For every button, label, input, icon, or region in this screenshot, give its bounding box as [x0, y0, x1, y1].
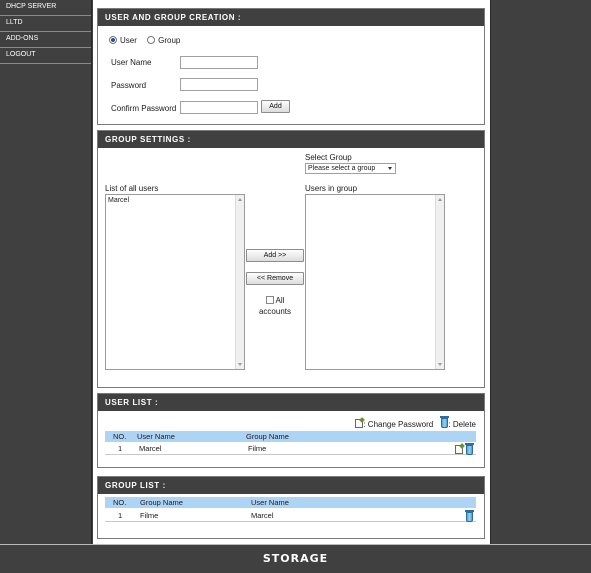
- scroll-down-icon[interactable]: [238, 363, 242, 366]
- cell-no: 1: [118, 444, 123, 453]
- all-label: All: [275, 296, 285, 305]
- user-list-panel: USER LIST : : Change Password : Delete N…: [97, 393, 485, 468]
- col-group-name: Group Name: [140, 498, 183, 507]
- table-row: 1 Marcel Filme: [105, 443, 476, 455]
- users-in-group-label: Users in group: [305, 184, 358, 193]
- col-user-name: User Name: [251, 498, 289, 507]
- panel-title: USER AND GROUP CREATION :: [98, 9, 484, 26]
- radio-group-icon[interactable]: [147, 36, 156, 44]
- user-table-header: NO. User Name Group Name: [105, 431, 476, 442]
- confirm-password-label: Confirm Password: [111, 104, 177, 113]
- change-password-legend: : Change Password: [363, 420, 434, 429]
- scrollbar[interactable]: [435, 195, 444, 369]
- trash-icon: [440, 416, 450, 428]
- scrollbar[interactable]: [235, 195, 244, 369]
- remove-from-group-button[interactable]: << Remove: [246, 272, 304, 285]
- scroll-up-icon[interactable]: [438, 198, 442, 201]
- select-group-dropdown[interactable]: Please select a group: [305, 163, 396, 174]
- table-row: 1 Filme Marcel: [105, 510, 476, 522]
- list-item[interactable]: Marcel: [108, 197, 242, 204]
- trash-icon[interactable]: [465, 510, 474, 522]
- radio-user-label: User: [120, 36, 137, 45]
- panel-title: GROUP SETTINGS :: [98, 131, 484, 148]
- user-group-creation-panel: USER AND GROUP CREATION : User Group Use…: [97, 8, 485, 125]
- username-input[interactable]: [180, 56, 258, 69]
- sidebar: DHCP SERVER LLTD ADD-ONS LOGOUT: [0, 0, 92, 544]
- type-radio-group: User Group: [109, 36, 180, 45]
- accounts-label: accounts: [258, 307, 292, 316]
- cell-no: 1: [118, 511, 123, 520]
- main-content: USER AND GROUP CREATION : User Group Use…: [93, 0, 490, 544]
- delete-legend: : Delete: [448, 420, 476, 429]
- cell-group-name: Filme: [248, 444, 267, 453]
- password-label: Password: [111, 81, 147, 90]
- col-group-name: Group Name: [246, 432, 289, 441]
- cell-user-name: Marcel: [251, 511, 274, 520]
- col-user-name: User Name: [137, 432, 175, 441]
- col-no: NO.: [113, 498, 127, 507]
- right-sidebar: [490, 0, 591, 544]
- cell-user-name: Marcel: [139, 444, 162, 453]
- group-list-panel: GROUP LIST : NO. Group Name User Name 1 …: [97, 476, 485, 539]
- scroll-down-icon[interactable]: [438, 363, 442, 366]
- sidebar-item-dhcp-server[interactable]: DHCP SERVER: [0, 0, 91, 16]
- panel-title: USER LIST :: [98, 394, 484, 411]
- edit-icon: [355, 419, 364, 428]
- panel-title: GROUP LIST :: [98, 477, 484, 494]
- sidebar-item-lltd[interactable]: LLTD: [0, 16, 91, 32]
- select-group-value: Please select a group: [308, 165, 376, 172]
- radio-user-icon[interactable]: [109, 36, 117, 44]
- add-to-group-button[interactable]: Add >>: [246, 249, 304, 262]
- radio-group[interactable]: Group: [147, 36, 180, 45]
- sidebar-item-add-ons[interactable]: ADD-ONS: [0, 32, 91, 48]
- user-list-legend: : Change Password : Delete: [355, 416, 476, 429]
- users-in-group-listbox[interactable]: [305, 194, 445, 370]
- select-group-label: Select Group: [305, 153, 352, 162]
- edit-icon[interactable]: [455, 445, 463, 454]
- group-table-header: NO. Group Name User Name: [105, 497, 476, 508]
- all-accounts-option[interactable]: All accounts: [246, 295, 304, 317]
- radio-user[interactable]: User: [109, 36, 137, 45]
- confirm-password-input[interactable]: [180, 101, 258, 114]
- footer-brand: STORAGE: [0, 544, 591, 573]
- username-label: User Name: [111, 58, 152, 67]
- password-input[interactable]: [180, 78, 258, 91]
- all-accounts-checkbox[interactable]: [265, 296, 274, 304]
- all-users-label: List of all users: [105, 184, 159, 193]
- cell-group-name: Filme: [140, 511, 159, 520]
- radio-group-label: Group: [158, 36, 181, 45]
- group-settings-panel: GROUP SETTINGS : Select Group Please sel…: [97, 130, 485, 388]
- all-users-listbox[interactable]: Marcel: [105, 194, 245, 370]
- trash-icon[interactable]: [465, 443, 474, 455]
- col-no: NO.: [113, 432, 127, 441]
- chevron-down-icon: [388, 167, 392, 170]
- scroll-up-icon[interactable]: [238, 198, 242, 201]
- sidebar-item-logout[interactable]: LOGOUT: [0, 48, 91, 64]
- add-user-button[interactable]: Add: [261, 100, 290, 113]
